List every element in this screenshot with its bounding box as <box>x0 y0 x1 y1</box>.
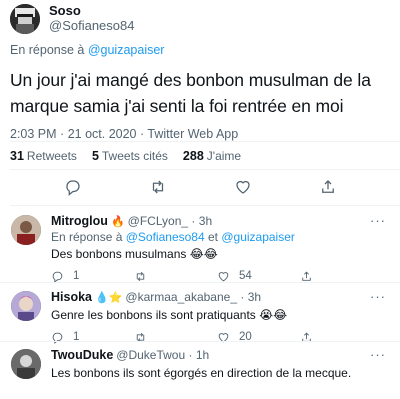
handle[interactable]: @DukeTwou <box>116 348 185 362</box>
display-name[interactable]: TwouDuke <box>51 348 113 362</box>
reply-joiner: et <box>207 230 218 244</box>
divider <box>10 205 400 206</box>
main-tweet: Soso @Sofianeso84 En réponse à @guizapai… <box>10 0 392 147</box>
share-action[interactable] <box>300 270 383 283</box>
meta-dot: · <box>240 290 245 304</box>
handle[interactable]: @karmaa_akabane_ <box>125 290 237 304</box>
avatar-image <box>11 349 41 379</box>
reply-time[interactable]: 1h <box>196 348 209 362</box>
divider <box>0 282 400 283</box>
reply-text: Genre les bonbons ils sont pratiquants 😭… <box>51 308 288 322</box>
reply-handle-link[interactable]: @Sofianeso84 <box>126 230 205 244</box>
name-emoji: 💧⭐ <box>95 291 123 304</box>
reply-time[interactable]: 3h <box>199 214 212 228</box>
author-row: Soso @Sofianeso84 <box>10 0 392 38</box>
quotes-stat[interactable]: 5 Tweets cités <box>92 149 168 163</box>
display-name[interactable]: Mitroglou <box>51 214 108 228</box>
display-name[interactable]: Hisoka <box>51 290 92 304</box>
reply-icon[interactable] <box>64 178 82 196</box>
divider <box>10 141 400 142</box>
meta-dot: · <box>140 127 145 141</box>
handle[interactable]: @FCLyon_ <box>128 214 188 228</box>
like-count: 54 <box>239 270 252 282</box>
reply-text: Des bonbons musulmans 😂😂 <box>51 247 218 261</box>
reply-actions: 1 54 <box>51 269 394 283</box>
avatar[interactable] <box>11 215 41 245</box>
likes-stat[interactable]: 288 J'aime <box>183 149 241 163</box>
more-icon[interactable]: ··· <box>370 289 386 304</box>
divider <box>0 341 400 342</box>
share-icon[interactable] <box>300 270 313 283</box>
reply-handle-link[interactable]: @guizapaiser <box>221 230 295 244</box>
reply-icon[interactable] <box>51 270 64 283</box>
tweet-actions <box>0 176 400 198</box>
retweet-action[interactable] <box>134 270 217 283</box>
reply-handle-link[interactable]: @guizapaiser <box>88 43 165 57</box>
handle[interactable]: @Sofianeso84 <box>49 18 134 33</box>
avatar[interactable] <box>10 4 40 34</box>
tweet-stats: 31 Retweets 5 Tweets cités 288 J'aime <box>10 149 241 163</box>
share-icon[interactable] <box>319 178 337 196</box>
retweet-icon[interactable] <box>149 178 167 196</box>
retweets-stat[interactable]: 31 Retweets <box>10 149 77 163</box>
heart-icon[interactable] <box>217 270 230 283</box>
reply-prefix: En réponse à <box>10 43 85 57</box>
avatar-image <box>10 4 40 34</box>
divider <box>10 169 400 170</box>
reply-count: 1 <box>73 270 80 282</box>
avatar[interactable] <box>11 291 41 321</box>
reply-prefix: En réponse à <box>51 230 123 244</box>
more-icon[interactable]: ··· <box>370 213 386 228</box>
tweet-text: Un jour j'ai mangé des bonbon musulman d… <box>10 70 371 116</box>
avatar[interactable] <box>11 349 41 379</box>
more-icon[interactable]: ··· <box>370 347 386 362</box>
reply-context: En réponse à @Sofianeso84 et @guizapaise… <box>51 230 394 244</box>
tweet-time[interactable]: 2:03 PM <box>10 127 57 141</box>
retweet-icon[interactable] <box>134 270 147 283</box>
tweet-date[interactable]: 21 oct. 2020 <box>68 127 137 141</box>
like-action[interactable]: 54 <box>217 270 300 283</box>
tweet-meta: 2:03 PM · 21 oct. 2020 · Twitter Web App <box>10 127 392 147</box>
display-name[interactable]: Soso <box>49 3 134 18</box>
meta-dot: · <box>188 348 193 362</box>
reply-action[interactable]: 1 <box>51 270 134 283</box>
heart-icon[interactable] <box>234 178 252 196</box>
reply-text: Les bonbons ils sont égorgés en directio… <box>51 366 352 380</box>
avatar-image <box>11 291 41 321</box>
reply-time[interactable]: 3h <box>248 290 261 304</box>
meta-dot: · <box>60 127 65 141</box>
reply-context: En réponse à @guizapaiser <box>10 43 392 61</box>
name-emoji: 🔥 <box>110 215 125 228</box>
meta-dot: · <box>191 214 196 228</box>
tweet-client: Twitter Web App <box>147 127 239 141</box>
avatar-image <box>11 215 41 245</box>
